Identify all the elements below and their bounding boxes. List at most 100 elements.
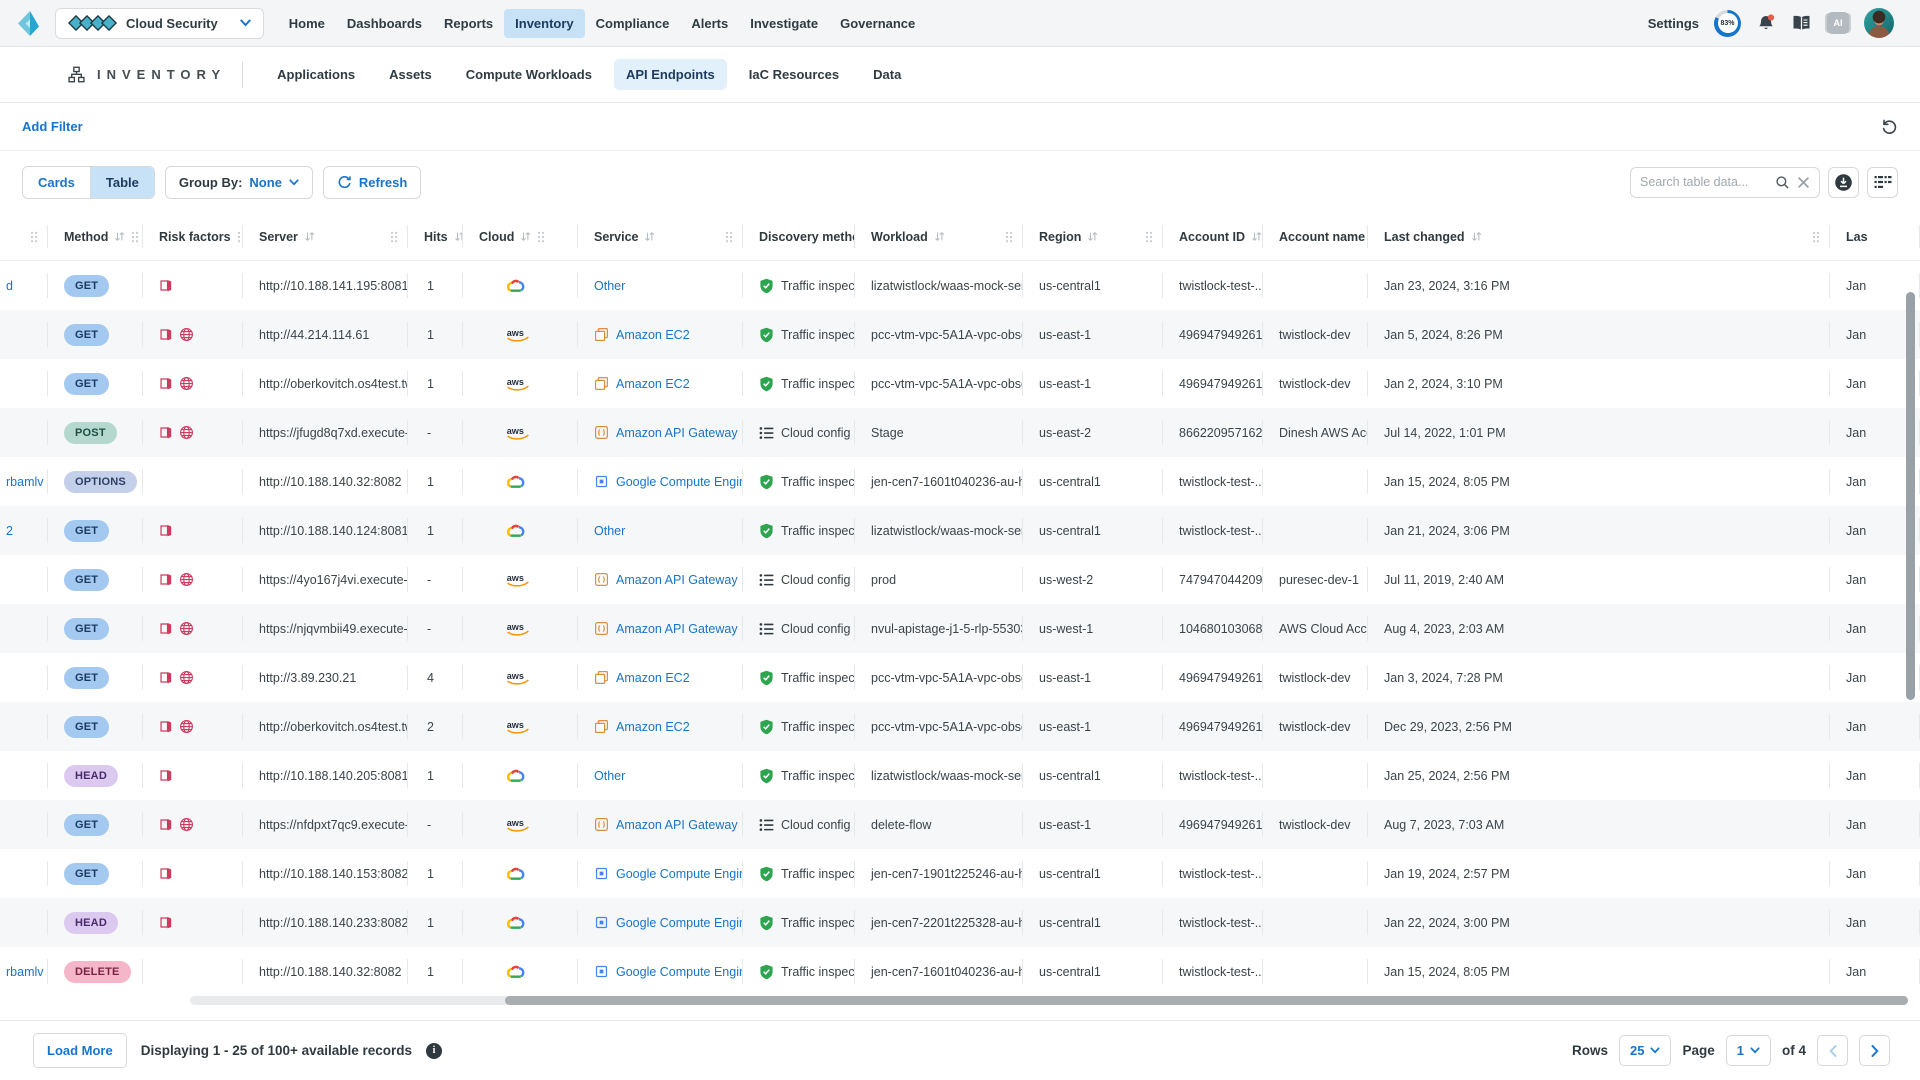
column-header-last_changed[interactable]: Last changed [1368, 213, 1830, 260]
drag-handle-icon[interactable] [725, 231, 733, 243]
column-header-discovery[interactable]: Discovery method [743, 213, 855, 260]
sort-icon[interactable] [1251, 231, 1262, 242]
nav-item-alerts[interactable]: Alerts [680, 9, 739, 38]
usage-progress-ring[interactable]: 83% [1714, 10, 1741, 37]
prisma-cloud-logo[interactable] [16, 10, 41, 37]
search-input[interactable] [1640, 175, 1768, 189]
service-link[interactable]: Google Compute Engine [616, 475, 743, 489]
column-header-cloud[interactable]: Cloud [463, 213, 578, 260]
view-option-cards[interactable]: Cards [23, 167, 90, 198]
service-link[interactable]: Google Compute Engine [616, 916, 743, 930]
endpoint-name-link[interactable]: rbamlv [6, 965, 44, 979]
app-switcher-dropdown[interactable]: Cloud Security [55, 8, 264, 39]
previous-page-button[interactable] [1817, 1035, 1848, 1066]
drag-handle-icon[interactable] [390, 231, 398, 243]
endpoint-name-link[interactable]: rbamlv [6, 475, 44, 489]
last_observed-value: Jan [1846, 916, 1866, 930]
notifications-bell-icon[interactable] [1756, 13, 1776, 33]
nav-item-dashboards[interactable]: Dashboards [336, 9, 433, 38]
column-header-hits[interactable]: Hits [408, 213, 463, 260]
sort-icon[interactable] [934, 231, 945, 242]
search-icon[interactable] [1775, 175, 1790, 190]
door-risk-icon [159, 621, 172, 636]
service-link[interactable]: Other [594, 279, 625, 293]
nav-item-compliance[interactable]: Compliance [585, 9, 681, 38]
nav-item-inventory[interactable]: Inventory [504, 9, 585, 38]
tab-data[interactable]: Data [861, 59, 913, 90]
tab-assets[interactable]: Assets [377, 59, 444, 90]
sort-icon[interactable] [1471, 231, 1482, 242]
drag-handle-icon[interactable] [131, 231, 139, 243]
endpoint-name-link[interactable]: d [6, 279, 13, 293]
sort-icon[interactable] [454, 231, 463, 242]
vertical-scrollbar-thumb[interactable] [1906, 292, 1915, 700]
service-link[interactable]: Amazon API Gateway [616, 818, 738, 832]
column-header-workload[interactable]: Workload [855, 213, 1023, 260]
service-link[interactable]: Amazon API Gateway [616, 622, 738, 636]
drag-handle-icon[interactable] [1005, 231, 1013, 243]
cell-hits: 1 [408, 898, 463, 947]
load-more-button[interactable]: Load More [33, 1033, 127, 1068]
column-header-account_name[interactable]: Account name [1263, 213, 1368, 260]
account_name-value: twistlock-dev [1279, 328, 1351, 342]
sort-icon[interactable] [304, 231, 315, 242]
column-header-server[interactable]: Server [243, 213, 408, 260]
service-link[interactable]: Amazon API Gateway [616, 426, 738, 440]
service-link[interactable]: Other [594, 769, 625, 783]
nav-item-reports[interactable]: Reports [433, 9, 504, 38]
nav-item-investigate[interactable]: Investigate [739, 9, 829, 38]
tab-iac-resources[interactable]: IaC Resources [737, 59, 851, 90]
service-link[interactable]: Google Compute Engine [616, 965, 743, 979]
nav-item-home[interactable]: Home [278, 9, 336, 38]
drag-handle-icon[interactable] [1145, 231, 1153, 243]
sort-icon[interactable] [1087, 231, 1098, 242]
column-header-account_id[interactable]: Account ID [1163, 213, 1263, 260]
column-settings-button[interactable] [1867, 167, 1898, 198]
service-link[interactable]: Amazon EC2 [616, 328, 690, 342]
sort-icon[interactable] [644, 231, 655, 242]
refresh-button[interactable]: Refresh [323, 166, 421, 199]
sort-icon[interactable] [520, 231, 531, 242]
clear-search-icon[interactable] [1797, 176, 1810, 189]
column-label: Workload [871, 230, 928, 244]
method-badge: GET [64, 667, 109, 689]
service-link[interactable]: Amazon API Gateway [616, 573, 738, 587]
documentation-book-icon[interactable] [1791, 14, 1812, 32]
settings-link[interactable]: Settings [1648, 16, 1699, 31]
endpoint-name-link[interactable]: 2 [6, 524, 13, 538]
user-avatar[interactable] [1864, 8, 1894, 38]
page-select[interactable]: 1 [1726, 1035, 1771, 1066]
column-header-service[interactable]: Service [578, 213, 743, 260]
ai-assistant-icon[interactable]: AI [1827, 12, 1849, 34]
horizontal-scrollbar-track[interactable] [190, 996, 1908, 1005]
service-link[interactable]: Amazon EC2 [616, 671, 690, 685]
add-filter-button[interactable]: Add Filter [22, 119, 83, 134]
rows-per-page-select[interactable]: 25 [1619, 1035, 1671, 1066]
service-link[interactable]: Amazon EC2 [616, 720, 690, 734]
service-link[interactable]: Google Compute Engine [616, 867, 743, 881]
tab-applications[interactable]: Applications [265, 59, 367, 90]
server-url: http://10.188.140.32:8082 [259, 475, 402, 489]
view-option-table[interactable]: Table [90, 167, 154, 198]
drag-handle-icon[interactable] [30, 231, 38, 243]
drag-handle-icon[interactable] [1812, 231, 1820, 243]
service-link[interactable]: Amazon EC2 [616, 377, 690, 391]
next-page-button[interactable] [1859, 1035, 1890, 1066]
drag-handle-icon[interactable] [537, 231, 545, 243]
group-by-dropdown[interactable]: Group By: None [165, 166, 313, 199]
nav-item-governance[interactable]: Governance [829, 9, 926, 38]
discovery-label: Traffic inspection [781, 671, 855, 685]
info-icon[interactable]: i [426, 1043, 442, 1059]
tab-compute-workloads[interactable]: Compute Workloads [454, 59, 604, 90]
column-header-method[interactable]: Method [48, 213, 143, 260]
column-header-region[interactable]: Region [1023, 213, 1163, 260]
cell-risk [143, 653, 243, 702]
reset-view-icon[interactable] [1881, 118, 1898, 135]
table-header-row: MethodRisk factorsServerHitsCloudService… [0, 213, 1920, 261]
service-link[interactable]: Other [594, 524, 625, 538]
table-row: GEThttp://44.214.114.611awsAmazon EC2Tra… [0, 310, 1920, 359]
sort-icon[interactable] [114, 231, 125, 242]
horizontal-scrollbar-thumb[interactable] [505, 996, 1908, 1005]
download-button[interactable] [1828, 167, 1859, 198]
tab-api-endpoints[interactable]: API Endpoints [614, 59, 727, 90]
